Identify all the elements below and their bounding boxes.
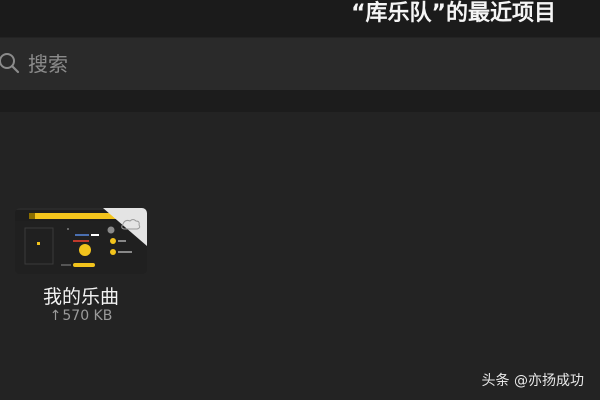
file-size-row: ↑570 KB <box>15 308 147 324</box>
search-icon <box>0 52 20 74</box>
search-bar[interactable] <box>0 38 600 90</box>
search-input[interactable] <box>28 50 568 78</box>
file-name: 我的乐曲 <box>42 286 119 308</box>
section-divider <box>0 90 600 112</box>
page-title: “库乐队”的最近项目 <box>351 1 556 26</box>
top-bar: “库乐队”的最近项目 <box>0 0 600 37</box>
upload-arrow-icon: ↑ <box>49 308 62 324</box>
project-thumbnail[interactable] <box>15 208 147 274</box>
file-size: 570 KB <box>62 308 113 324</box>
file-item[interactable]: 我的乐曲 ↑570 KB <box>15 208 147 332</box>
watermark: 头条 @亦扬成功 <box>481 373 584 389</box>
